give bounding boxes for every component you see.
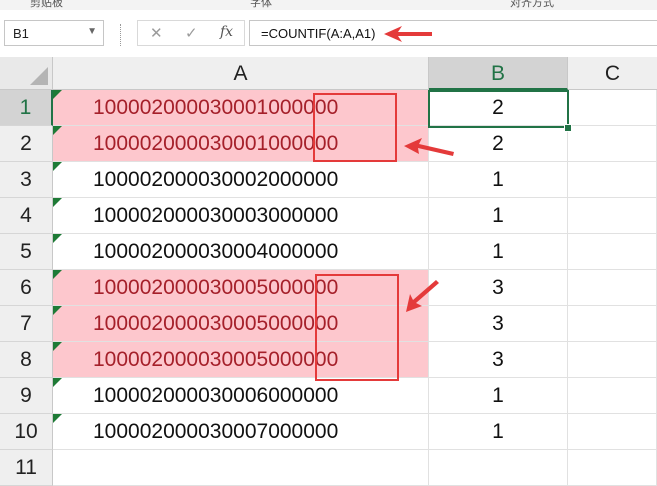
error-indicator-icon[interactable] [53,198,62,207]
name-box[interactable]: B1 ▼ [4,20,104,46]
cell-a9[interactable]: 100002000030006000000 [53,378,429,414]
cell-b3[interactable]: 1 [429,162,568,198]
formula-buttons: ✕ ✓ fx [137,20,245,46]
row-header-5[interactable]: 5 [0,234,53,270]
cell-b6[interactable]: 3 [429,270,568,306]
row-header-3[interactable]: 3 [0,162,53,198]
error-indicator-icon[interactable] [53,234,62,243]
row-header-11[interactable]: 11 [0,450,53,486]
row-header-10[interactable]: 10 [0,414,53,450]
cell-b4[interactable]: 1 [429,198,568,234]
cell-b10[interactable]: 1 [429,414,568,450]
cell-c10[interactable] [568,414,657,450]
error-indicator-icon[interactable] [53,126,62,135]
fill-handle[interactable] [564,124,572,132]
ribbon-label-clipboard: 剪贴板 [30,0,63,9]
cell-b8[interactable]: 3 [429,342,568,378]
cell-a5[interactable]: 100002000030004000000 [53,234,429,270]
formula-bar-splitter[interactable] [120,24,123,46]
error-indicator-icon[interactable] [53,306,62,315]
cell-c5[interactable] [568,234,657,270]
annotation-arrow-rows-1-2 [404,138,454,156]
active-cell-border [428,90,569,128]
column-header-a[interactable]: A [53,57,429,90]
cell-c7[interactable] [568,306,657,342]
formula-text: =COUNTIF(A:A,A1) [261,26,376,41]
cell-b5[interactable]: 1 [429,234,568,270]
chevron-down-icon[interactable]: ▼ [87,26,97,37]
error-indicator-icon[interactable] [53,162,62,171]
error-indicator-icon[interactable] [53,270,62,279]
row-header-6[interactable]: 6 [0,270,53,306]
cell-b9[interactable]: 1 [429,378,568,414]
row-header-9[interactable]: 9 [0,378,53,414]
row-header-7[interactable]: 7 [0,306,53,342]
cell-a4[interactable]: 100002000030003000000 [53,198,429,234]
formula-bar: B1 ▼ ✕ ✓ fx =COUNTIF(A:A,A1) [0,10,657,58]
cell-c8[interactable] [568,342,657,378]
row-header-2[interactable]: 2 [0,126,53,162]
cell-a3[interactable]: 100002000030002000000 [53,162,429,198]
cell-c4[interactable] [568,198,657,234]
row-header-1[interactable]: 1 [0,90,53,126]
column-header-b[interactable]: B [429,57,568,90]
cell-a11[interactable] [53,450,429,486]
cell-c3[interactable] [568,162,657,198]
error-indicator-icon[interactable] [53,414,62,423]
column-header-c[interactable]: C [568,57,657,90]
error-indicator-icon[interactable] [53,342,62,351]
cell-c6[interactable] [568,270,657,306]
annotation-box-rows-1-2 [313,93,397,162]
cell-c2[interactable] [568,126,657,162]
insert-function-icon[interactable]: fx [220,24,233,40]
cell-c9[interactable] [568,378,657,414]
annotation-box-rows-6-8 [315,274,399,381]
name-box-value: B1 [13,26,29,41]
formula-input[interactable]: =COUNTIF(A:A,A1) [249,20,657,46]
enter-icon[interactable]: ✓ [185,24,198,42]
annotation-arrow-formula [384,26,432,42]
cell-a10[interactable]: 100002000030007000000 [53,414,429,450]
cancel-icon[interactable]: ✕ [150,24,163,42]
select-all-button[interactable] [0,57,53,90]
cell-c1[interactable] [568,90,657,126]
cell-c11[interactable] [568,450,657,486]
error-indicator-icon[interactable] [53,90,62,99]
cell-b11[interactable] [429,450,568,486]
ribbon-label-alignment: 对齐方式 [510,0,554,9]
ribbon-label-font: 字体 [250,0,272,9]
cell-b7[interactable]: 3 [429,306,568,342]
row-header-8[interactable]: 8 [0,342,53,378]
row-header-4[interactable]: 4 [0,198,53,234]
error-indicator-icon[interactable] [53,378,62,387]
annotation-arrow-rows-6-8 [406,280,439,312]
